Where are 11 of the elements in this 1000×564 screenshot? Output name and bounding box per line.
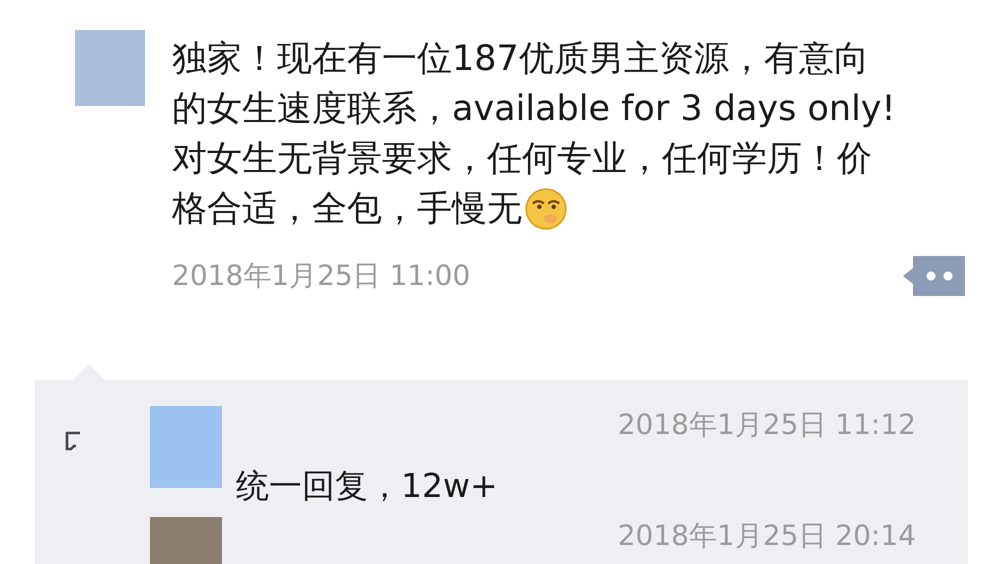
post-text: 格合适，全包，手慢无 xyxy=(172,188,522,231)
avatar xyxy=(150,517,222,564)
emoji-icon xyxy=(524,187,568,231)
post-text: 独家！现在有一位187优质男主资源，有意向 xyxy=(172,38,869,81)
comment-text: 统一回复，12w+ xyxy=(236,465,499,507)
post-text: 的女生速度联系，available for 3 days only! xyxy=(172,88,896,131)
comment-button[interactable] xyxy=(903,256,965,296)
post-text: 对女生无背景要求，任何专业，任何学历！价 xyxy=(172,138,872,181)
comment-time: 2018年1月25日 20:14 xyxy=(616,518,916,554)
post-time: 2018年1月25日 11:00 xyxy=(172,258,470,294)
comment-time: 2018年1月25日 11:12 xyxy=(616,407,916,443)
